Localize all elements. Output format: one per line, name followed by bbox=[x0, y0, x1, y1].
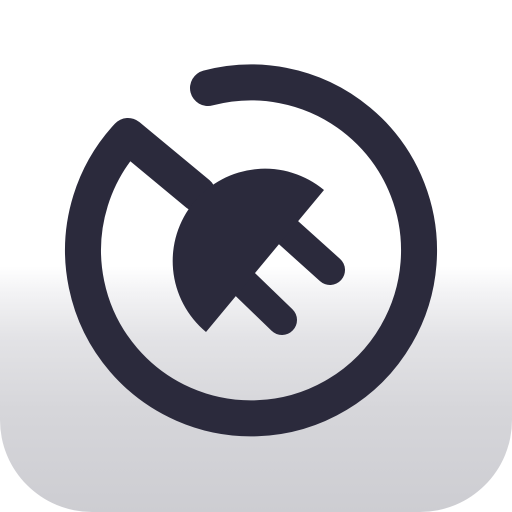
app-icon[interactable]: plug-disconnect-icon bbox=[0, 0, 512, 512]
plug-disconnect-icon bbox=[65, 64, 437, 437]
